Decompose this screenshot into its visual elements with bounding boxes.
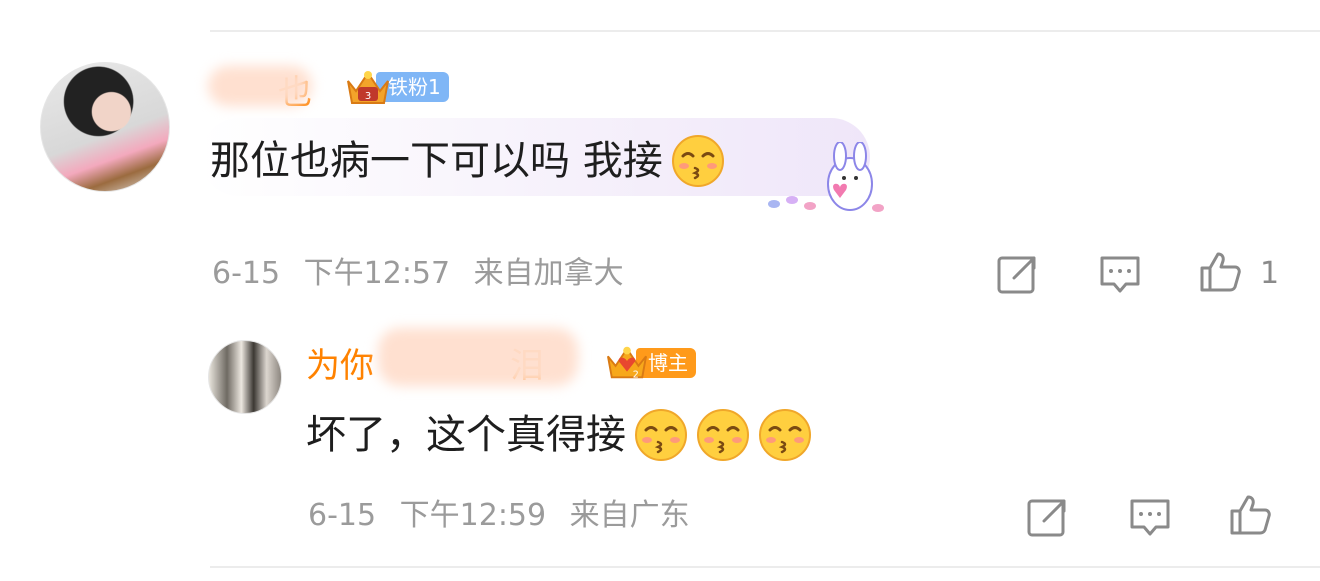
bottom-divider [210,566,1320,568]
reply-date: 6-15 [308,498,377,533]
share-icon[interactable] [996,252,1040,296]
share-icon[interactable] [1026,495,1070,539]
comment-location: 来自加拿大 [473,256,624,291]
username-blur [378,328,578,386]
comment-date: 6-15 [212,256,281,291]
kiss-face-emoji-icon [697,409,749,461]
comment-icon[interactable] [1098,252,1142,296]
reply-body: 坏了，这个真得接 [306,412,626,458]
reply-time: 下午12:59 [399,498,547,533]
like-count: 1 [1260,256,1280,291]
username-start[interactable]: 为你 [306,346,374,386]
comment-time: 下午12:57 [303,256,451,291]
thumbs-up-icon[interactable] [1198,250,1242,294]
svg-text:3: 3 [365,91,371,102]
kiss-face-emoji-icon [759,409,811,461]
replier-avatar[interactable] [208,340,282,414]
reply-text: 坏了，这个真得接 [306,408,812,462]
comment-thread: 清清也 3 铁粉1 那位也病一下可以吗 我接 [0,0,1320,581]
iron-fan-badge[interactable]: 3 铁粉1 [344,70,449,104]
kiss-face-emoji-icon [635,409,687,461]
kiss-face-emoji-icon [671,135,724,187]
blogger-badge[interactable]: 2 博主 [604,346,696,380]
thumbs-up-icon[interactable] [1228,493,1272,537]
comment-text: 那位也病一下可以吗 我接 [210,134,725,188]
comment-body: 那位也病一下可以吗 我接 [210,138,663,184]
bunny-sticker-icon [768,142,884,212]
crown-icon: 3 [344,67,389,107]
comment-meta: 6-15 下午12:57 来自加拿大 [212,256,624,292]
reply-meta: 6-15 下午12:59 来自广东 [308,498,690,534]
svg-text:2: 2 [633,369,639,380]
top-divider [210,30,1320,32]
crown-icon: 2 [604,343,647,383]
comment-icon[interactable] [1128,495,1172,539]
username-blur [208,66,312,106]
commenter-avatar[interactable] [40,62,170,192]
reply-location: 来自广东 [569,498,690,533]
